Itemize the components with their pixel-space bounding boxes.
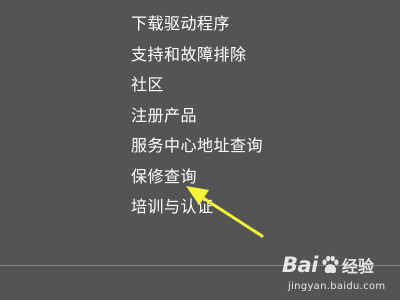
menu-item-training-certification[interactable]: 培训与认证 [131, 192, 263, 223]
baidu-jingyan-watermark: Bai 经验 jingyan.baidu.com [282, 250, 394, 296]
watermark-brand-text: Bai [282, 253, 318, 277]
watermark-url: jingyan.baidu.com [288, 281, 386, 292]
footer-link-list: 下载驱动程序 支持和故障排除 社区 注册产品 服务中心地址查询 保修查询 培训与… [131, 9, 263, 223]
menu-item-download-drivers[interactable]: 下载驱动程序 [131, 9, 263, 40]
menu-item-support-troubleshooting[interactable]: 支持和故障排除 [131, 40, 263, 71]
paw-icon [322, 255, 339, 274]
menu-item-service-center-lookup[interactable]: 服务中心地址查询 [131, 131, 263, 162]
menu-item-register-product[interactable]: 注册产品 [131, 101, 263, 132]
watermark-brand-suffix: 经验 [341, 257, 374, 276]
menu-item-community[interactable]: 社区 [131, 70, 263, 101]
menu-item-warranty-lookup[interactable]: 保修查询 [131, 162, 263, 193]
